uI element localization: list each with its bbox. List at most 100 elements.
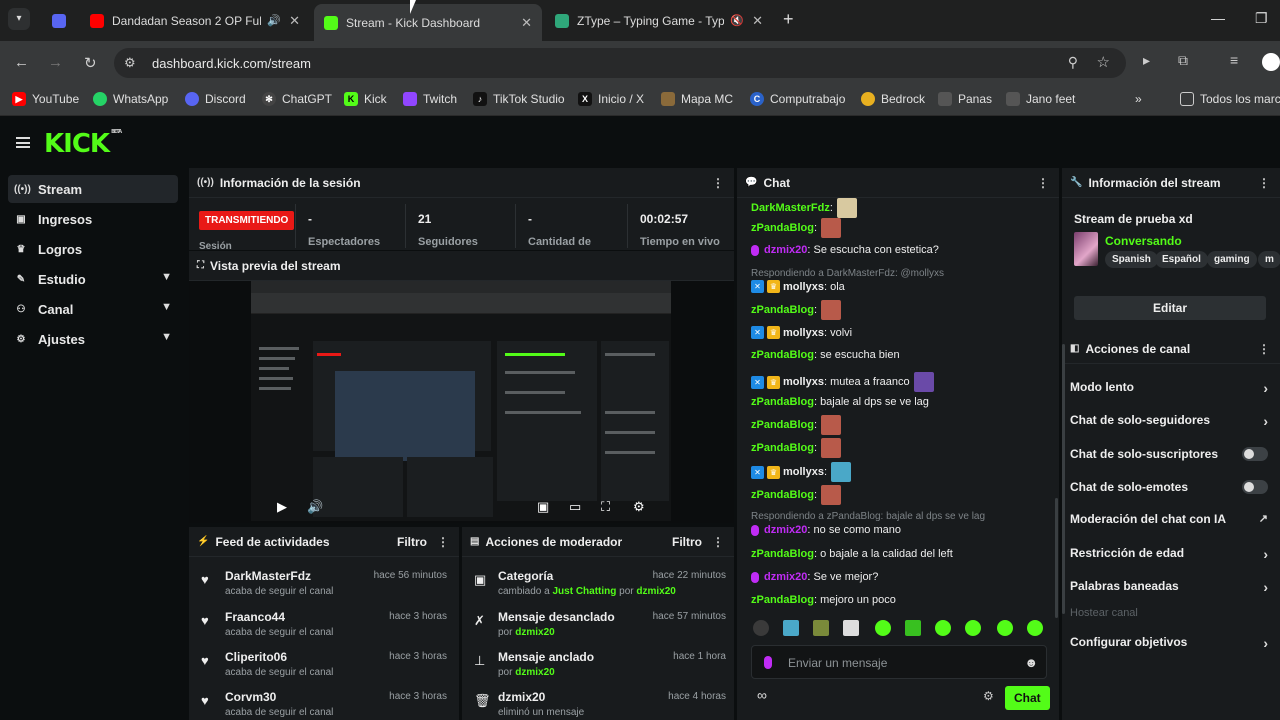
chat-message: zPandaBlog: (751, 218, 842, 238)
bookmark-panas[interactable]: Panas (938, 92, 992, 106)
computrabajo-icon: C (750, 92, 764, 106)
minimize-button[interactable]: — (1211, 10, 1225, 26)
more-options-icon[interactable]: ⋮ (712, 176, 724, 190)
more-bookmarks-icon[interactable]: » (1135, 92, 1142, 106)
emote-6[interactable] (905, 620, 921, 636)
pip-icon[interactable]: ▣ (537, 499, 549, 515)
live-status-badge: TRANSMITIENDO (199, 211, 295, 230)
bookmark-tiktok-studio[interactable]: ♪ TikTok Studio (473, 92, 565, 106)
filter-button[interactable]: Filtro (672, 535, 702, 549)
emote-10[interactable] (1027, 620, 1043, 636)
chat-settings-icon[interactable]: ⚙ (983, 689, 994, 703)
chevron-down-icon: ▼ (161, 301, 172, 313)
sidebar-item-stream[interactable]: ((•)) Stream (8, 175, 178, 203)
action-palabras-baneadas[interactable]: Palabras baneadas › (1070, 579, 1270, 605)
close-tab-icon[interactable]: ✕ (521, 15, 532, 31)
reload-icon[interactable]: ↻ (84, 54, 97, 72)
emote-4[interactable] (843, 620, 859, 636)
more-options-icon[interactable]: ⋮ (437, 535, 449, 549)
toggle-switch[interactable] (1242, 480, 1268, 494)
action-modo-lento[interactable]: Modo lento › (1070, 380, 1270, 406)
toggle-switch[interactable] (1242, 447, 1268, 461)
bookmark-x[interactable]: X Inicio / X (578, 92, 644, 106)
bookmark-twitch[interactable]: Twitch (403, 92, 457, 106)
more-options-icon[interactable]: ⋮ (1258, 176, 1270, 190)
bookmark-star-icon[interactable]: ☆ (1097, 53, 1110, 71)
profile-avatar[interactable] (1262, 53, 1280, 71)
menu-icon[interactable] (16, 137, 30, 148)
kick-logo[interactable]: KICK BETA (44, 129, 122, 159)
emote-3[interactable] (813, 620, 829, 636)
sidebar-item-logros[interactable]: ♛ Logros (8, 235, 178, 263)
bookmark-kick[interactable]: K Kick (344, 92, 387, 106)
more-options-icon[interactable]: ⋮ (712, 535, 724, 549)
emote-5[interactable] (875, 620, 891, 636)
sidebar-item-ajustes[interactable]: ⚙ Ajustes ▼ (8, 325, 178, 353)
action-restriccion-edad[interactable]: Restricción de edad › (1070, 546, 1270, 572)
extensions-icon[interactable]: ⧉ (1178, 52, 1188, 69)
site-info-icon[interactable]: ⚙ (124, 55, 136, 71)
bookmark-all-folder[interactable]: Todos los marc (1180, 92, 1280, 106)
action-solo-seguidores[interactable]: Chat de solo-seguidores › (1070, 413, 1270, 439)
gear-icon: ⚙ (16, 333, 26, 345)
address-bar: ← → ↻ ⚙ dashboard.kick.com/stream ⚲ ☆ (0, 41, 1280, 84)
zoom-icon[interactable]: ⚲ (1068, 54, 1078, 71)
tab-search-button[interactable]: ▾ (8, 8, 30, 30)
bookmark-chatgpt[interactable]: ✻ ChatGPT (262, 92, 332, 106)
bookmark-mapa-mc[interactable]: Mapa MC (661, 92, 733, 106)
close-tab-icon[interactable]: ✕ (289, 13, 300, 29)
volume-icon[interactable]: 🔊 (307, 499, 323, 515)
sidebar-item-canal[interactable]: ⚇ Canal ▼ (8, 295, 178, 323)
emoji-picker-icon[interactable]: ☻ (1024, 655, 1038, 670)
bookmark-computrabajo[interactable]: C Computrabajo (750, 92, 845, 106)
chat-panel: 💬 Chat ⋮ DarkMasterFdz: zPandaBlog: dzmi… (737, 168, 1059, 720)
sidebar-item-ingresos[interactable]: ▣ Ingresos (8, 205, 178, 233)
play-icon[interactable]: ▶ (277, 499, 287, 515)
bookmark-youtube[interactable]: ▶ YouTube (12, 92, 79, 106)
sidebar-item-estudio[interactable]: ✎ Estudio ▼ (8, 265, 178, 293)
audio-icon[interactable]: 🔊 (267, 14, 281, 27)
bookmark-discord[interactable]: Discord (185, 92, 246, 106)
emote-9[interactable] (997, 620, 1013, 636)
emote-1[interactable] (753, 620, 769, 636)
settings-gear-icon[interactable]: ⚙ (633, 499, 645, 515)
stream-preview-video[interactable] (251, 281, 671, 521)
more-options-icon[interactable]: ⋮ (1258, 342, 1270, 356)
chat-message-input[interactable]: Enviar un mensaje ☻ (751, 645, 1047, 679)
panel-scrollbar[interactable] (1062, 344, 1065, 614)
chat-message: ✕ ♛ mollyxs: mutea a fraanco (751, 372, 934, 392)
action-moderacion-ia[interactable]: Moderación del chat con IA ↗ (1070, 512, 1270, 538)
muted-icon[interactable]: 🔇 (730, 14, 744, 27)
chat-message: zPandaBlog: bajale al dps se ve lag (751, 396, 929, 408)
chat-scrollbar[interactable] (1055, 498, 1058, 618)
bookmark-whatsapp[interactable]: WhatsApp (93, 92, 168, 106)
emote-7[interactable] (935, 620, 951, 636)
discord-pinned-tab[interactable] (44, 4, 74, 37)
url-field[interactable]: ⚙ dashboard.kick.com/stream ⚲ ☆ (114, 48, 1126, 78)
tab-dandadan[interactable]: Dandadan Season 2 OP Ful 🔊 ✕ (80, 4, 310, 37)
kick-points-icon[interactable]: ∞ (757, 687, 767, 703)
edit-stream-button[interactable]: Editar (1074, 296, 1266, 320)
close-tab-icon[interactable]: ✕ (752, 13, 763, 29)
bookmark-bedrock[interactable]: Bedrock (861, 92, 925, 106)
action-configurar-objetivos[interactable]: Configurar objetivos › (1070, 635, 1270, 661)
back-icon[interactable]: ← (14, 54, 29, 71)
tab-kick-dashboard[interactable]: Stream - Kick Dashboard ✕ (314, 4, 542, 41)
filter-button[interactable]: Filtro (397, 535, 427, 549)
fullscreen-icon[interactable]: ⛶ (601, 499, 610, 515)
forward-icon[interactable]: → (48, 54, 63, 71)
bookmark-jano-feet[interactable]: Jano feet (1006, 92, 1075, 106)
maximize-button[interactable]: ❐ (1255, 10, 1268, 27)
media-control-icon[interactable]: ≡ (1230, 52, 1238, 68)
unpin-icon: ✗ (474, 613, 485, 628)
broadcast-icon: ((•)) (14, 183, 31, 195)
emote-2[interactable] (783, 620, 799, 636)
tab-ztype[interactable]: ZType – Typing Game - Typ 🔇 ✕ (545, 4, 773, 37)
theater-icon[interactable]: ▭ (569, 499, 581, 515)
stream-category[interactable]: Conversando (1105, 234, 1182, 248)
new-tab-button[interactable]: + (783, 9, 794, 30)
send-chat-button[interactable]: Chat (1005, 686, 1050, 710)
more-options-icon[interactable]: ⋮ (1037, 176, 1049, 190)
emote-8[interactable] (965, 620, 981, 636)
extension-play-icon[interactable]: ▸ (1143, 52, 1150, 69)
